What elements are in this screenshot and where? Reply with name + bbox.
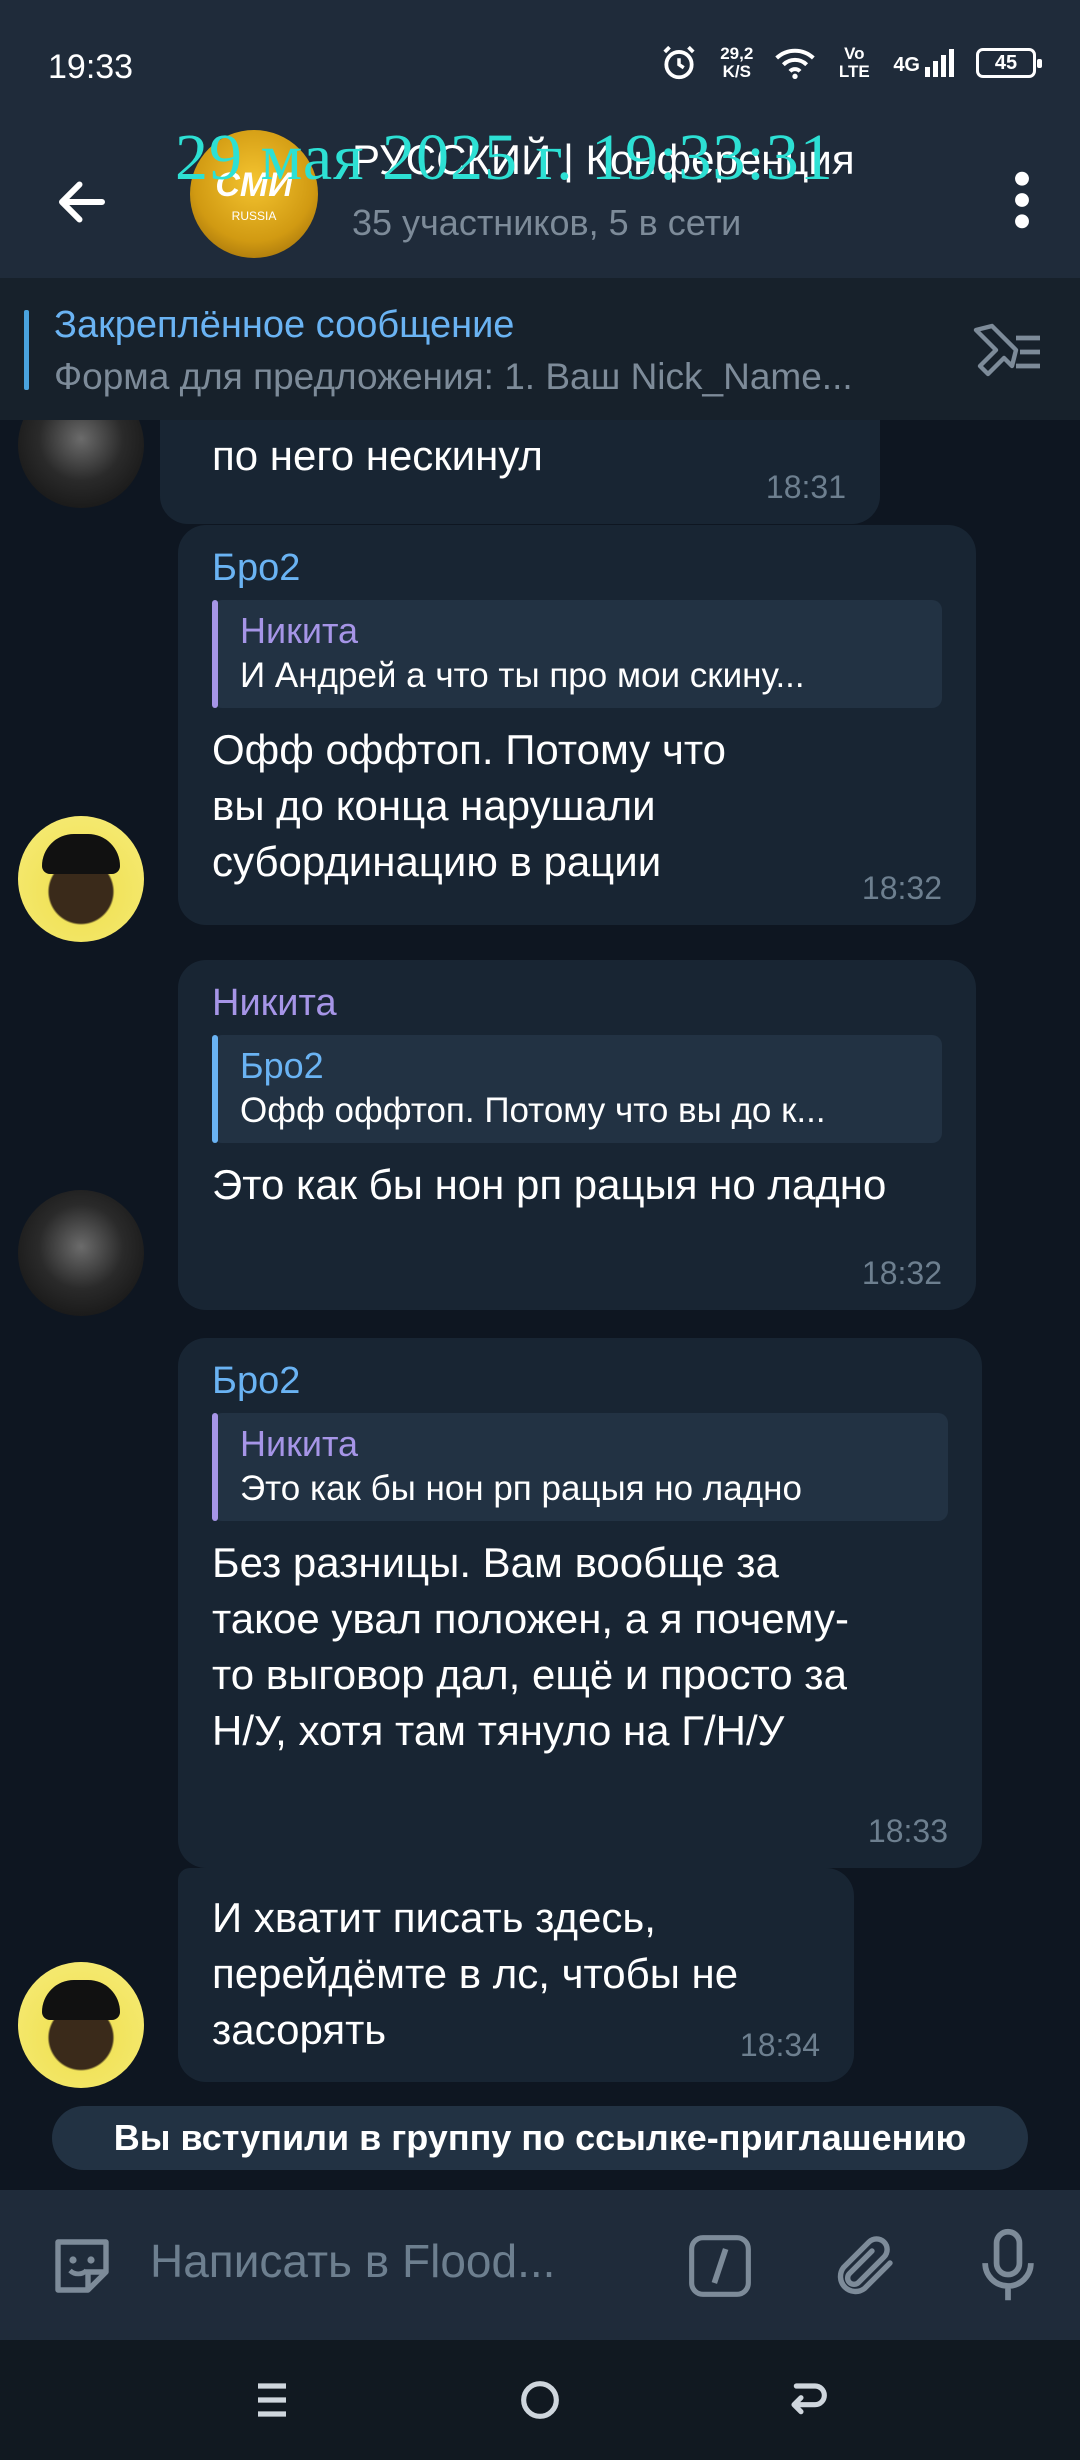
pinned-title: Закреплённое сообщение	[54, 304, 515, 346]
message-text: Офф оффтоп. Потому что вы до конца наруш…	[212, 726, 726, 885]
message-time: 18:32	[861, 870, 942, 906]
message-author[interactable]: Бро2	[212, 547, 942, 590]
reply-author: Никита	[240, 610, 359, 651]
reply-preview[interactable]: Бро2 Офф оффтоп. Потому что вы до к...	[212, 1035, 942, 1143]
sender-avatar[interactable]	[18, 1962, 144, 2088]
microphone-icon[interactable]	[976, 2226, 1040, 2306]
reply-author: Бро2	[240, 1045, 324, 1086]
home-circle-icon[interactable]	[510, 2372, 570, 2428]
volte-indicator: Vo LTE	[838, 44, 870, 81]
overlay-timestamp: 29 мая 2025 г. 19:33:31	[175, 121, 834, 194]
status-bar: 19:33 29,2 K/S Vo LTE 4G 45	[0, 0, 1080, 120]
message-bubble[interactable]: Бро2 Никита И Андрей а что ты про мои ск…	[178, 525, 976, 925]
paperclip-icon[interactable]	[830, 2226, 902, 2306]
reply-author: Никита	[240, 1423, 359, 1464]
pinned-message-bar[interactable]: Закреплённое сообщение Форма для предлож…	[0, 278, 1080, 420]
sticker-icon[interactable]	[46, 2230, 118, 2302]
net-speed: 29,2 K/S	[720, 45, 753, 81]
wifi-icon	[775, 48, 816, 79]
menu-icon[interactable]	[242, 2372, 302, 2428]
more-vertical-icon[interactable]	[1012, 168, 1032, 232]
message-composer: Написать в Flood...	[0, 2190, 1080, 2340]
message-bubble[interactable]: по него нескинул 18:31	[160, 420, 880, 524]
sender-avatar[interactable]	[18, 1190, 144, 1316]
alarm-icon	[663, 45, 695, 80]
net-speed-unit: K/S	[722, 62, 751, 81]
message-time: 18:34	[739, 2027, 820, 2063]
pinned-indicator	[24, 310, 29, 390]
message-bubble[interactable]: Бро2 Никита Это как бы нон рп рацыя но л…	[178, 1338, 982, 1868]
back-icon[interactable]	[778, 2372, 838, 2428]
back-arrow-icon[interactable]	[52, 172, 112, 232]
sender-avatar[interactable]	[18, 816, 144, 942]
message-time: 18:32	[861, 1255, 942, 1291]
pin-list-icon[interactable]	[964, 322, 1044, 382]
pinned-text: Форма для предложения: 1. Ваш Nick_Name.…	[54, 356, 853, 397]
message-text: по него нескинул	[212, 432, 543, 479]
message-author[interactable]: Бро2	[212, 1360, 948, 1403]
reply-preview[interactable]: Никита И Андрей а что ты про мои скину..…	[212, 600, 942, 708]
message-list[interactable]: по него нескинул 18:31 Бро2 Никита И Анд…	[0, 420, 1080, 2190]
system-nav-bar	[0, 2340, 1080, 2460]
sender-avatar[interactable]	[18, 420, 144, 508]
signal-icon: 4G	[893, 49, 954, 77]
message-author[interactable]: Никита	[212, 982, 942, 1025]
group-avatar-logo-sub: RUSSIA	[231, 208, 277, 223]
chat-header: СМИ RUSSIA РУССКИЙ | Конференция 35 учас…	[0, 120, 1080, 278]
status-time: 19:33	[48, 48, 134, 86]
service-message: Вы вступили в группу по ссылке-приглашен…	[52, 2106, 1028, 2170]
battery-indicator: 45	[976, 48, 1042, 78]
message-input[interactable]: Написать в Flood...	[150, 2234, 630, 2288]
message-text: Без разницы. Вам вообще за такое увал по…	[212, 1539, 849, 1754]
reply-preview[interactable]: Никита Это как бы нон рп рацыя но ладно	[212, 1413, 948, 1521]
message-bubble[interactable]: Никита Бро2 Офф оффтоп. Потому что вы до…	[178, 960, 976, 1310]
message-time: 18:31	[765, 469, 846, 505]
reply-text: И Андрей а что ты про мои скину...	[240, 656, 805, 695]
message-bubble[interactable]: И хватит писать здесь, перейдёмте в лс, …	[178, 1868, 854, 2082]
reply-text: Это как бы нон рп рацыя но ладно	[240, 1469, 802, 1508]
net-speed-value: 29,2	[720, 44, 754, 63]
network-type: 4G	[893, 54, 920, 76]
status-icons: 29,2 K/S Vo LTE 4G 45	[660, 44, 1042, 82]
slash-command-icon[interactable]	[686, 2232, 754, 2300]
chat-subtitle: 35 участников, 5 в сети	[352, 202, 742, 243]
message-text: Это как бы нон рп рацыя но ладно	[212, 1161, 887, 1208]
reply-text: Офф оффтоп. Потому что вы до к...	[240, 1091, 826, 1130]
message-time: 18:33	[867, 1813, 948, 1849]
